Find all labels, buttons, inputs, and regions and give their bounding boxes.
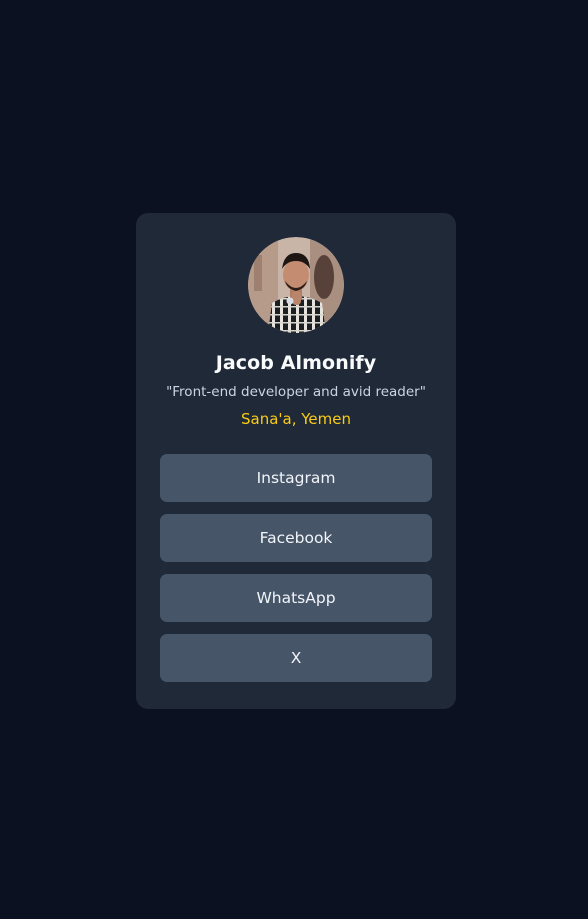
social-links: Instagram Facebook WhatsApp X <box>160 454 432 682</box>
avatar <box>248 237 344 333</box>
x-link-button[interactable]: X <box>160 634 432 682</box>
profile-location: Sana'a, Yemen <box>240 410 351 428</box>
profile-bio: "Front-end developer and avid reader" <box>166 384 426 400</box>
profile-name: Jacob Almonify <box>215 352 377 374</box>
whatsapp-link-button[interactable]: WhatsApp <box>160 574 432 622</box>
avatar-photo-icon <box>248 237 344 333</box>
facebook-link-button[interactable]: Facebook <box>160 514 432 562</box>
profile-card: Jacob Almonify "Front-end developer and … <box>136 213 456 709</box>
instagram-link-button[interactable]: Instagram <box>160 454 432 502</box>
